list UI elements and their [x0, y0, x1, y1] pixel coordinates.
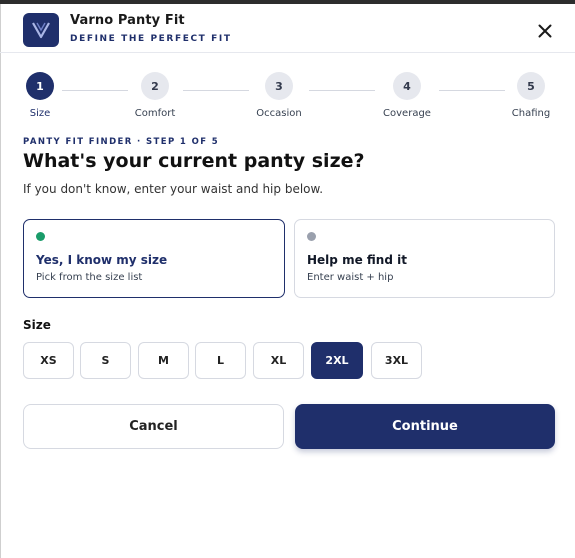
step-size[interactable]: 1 Size	[0, 72, 90, 119]
step-eyebrow: PANTY FIT FINDER · STEP 1 OF 5	[23, 137, 220, 147]
step-occasion[interactable]: 3 Occasion	[229, 72, 329, 119]
option-know-size[interactable]: Yes, I know my size Pick from the size l…	[23, 219, 285, 298]
step-number: 3	[265, 72, 293, 100]
option-title: Yes, I know my size	[36, 253, 168, 267]
option-title: Help me find it	[307, 253, 407, 267]
step-comfort[interactable]: 2 Comfort	[105, 72, 205, 119]
selected-dot-icon	[36, 232, 45, 241]
step-label: Comfort	[134, 108, 176, 119]
size-button-3xl[interactable]: 3XL	[371, 342, 422, 379]
app-tagline: DEFINE THE PERFECT FIT	[70, 34, 232, 44]
v-logo-icon	[23, 13, 59, 47]
step-number: 5	[517, 72, 545, 100]
app-name: Varno Panty Fit	[70, 13, 185, 28]
step-number: 2	[141, 72, 169, 100]
modal-header: Varno Panty Fit DEFINE THE PERFECT FIT	[0, 4, 575, 53]
step-chafing[interactable]: 5 Chafing	[481, 72, 575, 119]
size-button-l[interactable]: L	[195, 342, 246, 379]
unselected-dot-icon	[307, 232, 316, 241]
step-label: Chafing	[511, 108, 551, 119]
question-subtext: If you don't know, enter your waist and …	[23, 182, 324, 196]
option-subtitle: Pick from the size list	[36, 272, 143, 283]
step-number: 1	[26, 72, 54, 100]
cancel-button[interactable]: Cancel	[23, 404, 284, 449]
step-number: 4	[393, 72, 421, 100]
close-icon[interactable]	[534, 20, 556, 42]
step-label: Occasion	[256, 108, 302, 119]
size-button-2xl[interactable]: 2XL	[311, 342, 363, 379]
continue-button[interactable]: Continue	[295, 404, 555, 449]
size-button-xl[interactable]: XL	[253, 342, 304, 379]
step-label: Coverage	[383, 108, 431, 119]
question-title: What's your current panty size?	[23, 150, 365, 172]
size-button-m[interactable]: M	[138, 342, 189, 379]
size-button-s[interactable]: S	[80, 342, 131, 379]
size-button-xs[interactable]: XS	[23, 342, 74, 379]
stepper: 1 Size 2 Comfort 3 Occasion 4 Coverage 5…	[0, 72, 575, 124]
size-label: Size	[23, 318, 51, 332]
step-label: Size	[29, 108, 51, 119]
step-coverage[interactable]: 4 Coverage	[357, 72, 457, 119]
option-subtitle: Enter waist + hip	[307, 272, 394, 283]
option-help-find[interactable]: Help me find it Enter waist + hip	[294, 219, 555, 298]
